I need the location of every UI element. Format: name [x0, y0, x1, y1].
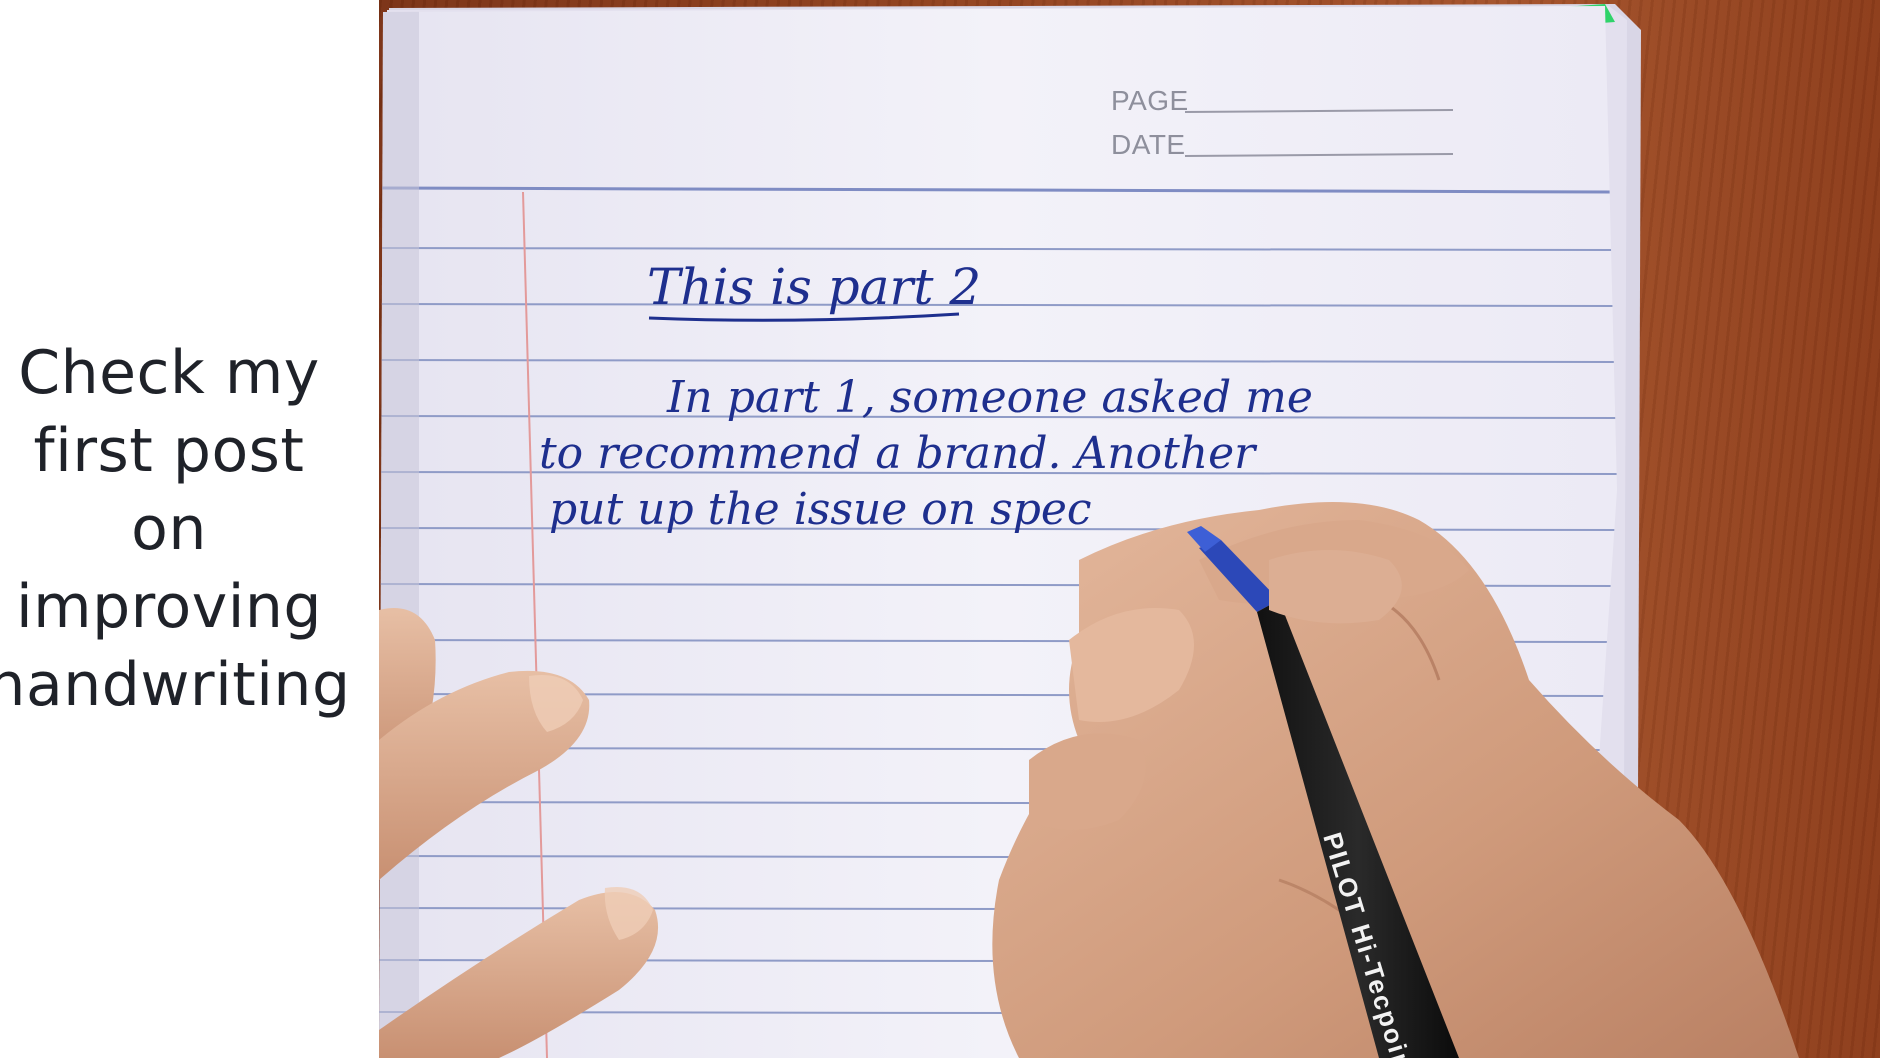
caption-panel: Check my first post on improving handwri…	[0, 0, 379, 1058]
thumb	[1269, 550, 1402, 624]
date-label: DATE	[1111, 129, 1186, 160]
video-frame: Check my first post on improving handwri…	[0, 0, 1880, 1058]
handwritten-line-3: put up the issue on spec	[549, 484, 1092, 535]
handwritten-line-1: In part 1, someone asked me	[666, 372, 1313, 423]
page-label: PAGE	[1111, 85, 1189, 116]
caption-line: Check my	[18, 338, 320, 408]
caption-line: handwriting	[0, 650, 351, 720]
caption-line: improving	[15, 572, 323, 642]
photo-illustration: PAGE DATE This is part 2 In part 1, some…	[379, 4, 1799, 1058]
handwritten-title: This is part 2	[647, 258, 981, 316]
caption-line: first post	[33, 416, 305, 486]
caption-line: on	[131, 494, 207, 564]
handwritten-line-2: to recommend a brand. Another	[539, 428, 1258, 479]
notebook-photo: PAGE DATE This is part 2 In part 1, some…	[379, 0, 1880, 1058]
caption-text: Check my first post on improving handwri…	[0, 334, 379, 724]
